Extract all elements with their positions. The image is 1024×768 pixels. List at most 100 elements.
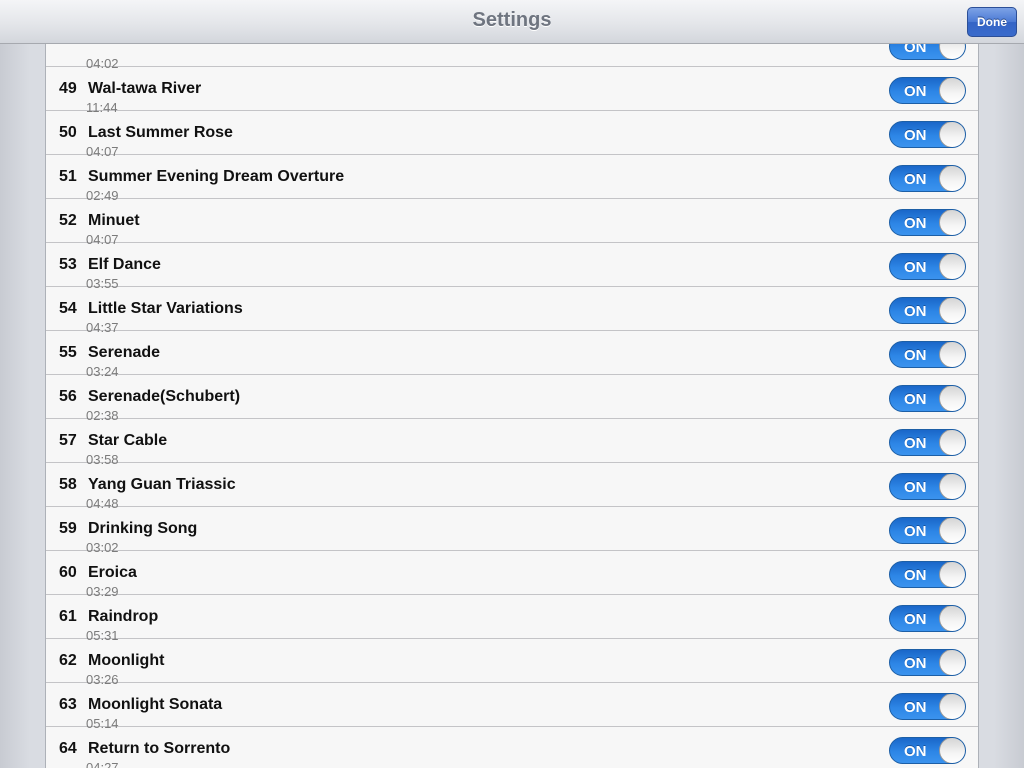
song-list-group: 48 04:02 ON 49 Wal-tawa River 11:44 ON 5… bbox=[45, 22, 979, 768]
list-item: 59 Drinking Song 03:02 ON bbox=[46, 507, 978, 555]
song-toggle-switch[interactable]: ON bbox=[889, 649, 966, 676]
song-title: Little Star Variations bbox=[88, 300, 243, 317]
song-number: 64 bbox=[59, 740, 77, 757]
song-number: 52 bbox=[59, 212, 77, 229]
toggle-knob bbox=[939, 166, 965, 191]
toggle-on-label: ON bbox=[904, 479, 927, 496]
toggle-on-label: ON bbox=[904, 127, 927, 144]
toggle-on-label: ON bbox=[904, 259, 927, 276]
song-title: Elf Dance bbox=[88, 256, 161, 273]
song-title: Minuet bbox=[88, 212, 140, 229]
list-item: 58 Yang Guan Triassic 04:48 ON bbox=[46, 463, 978, 511]
toggle-knob bbox=[939, 518, 965, 543]
song-number: 63 bbox=[59, 696, 77, 713]
song-title: Raindrop bbox=[88, 608, 159, 625]
song-number: 54 bbox=[59, 300, 77, 317]
toggle-knob bbox=[939, 298, 965, 323]
toggle-on-label: ON bbox=[904, 171, 927, 188]
toggle-on-label: ON bbox=[904, 699, 927, 716]
list-item: 54 Little Star Variations 04:37 ON bbox=[46, 287, 978, 335]
song-title: Summer Evening Dream Overture bbox=[88, 168, 345, 185]
song-toggle-switch[interactable]: ON bbox=[889, 693, 966, 720]
song-number: 57 bbox=[59, 432, 77, 449]
toggle-knob bbox=[939, 78, 965, 103]
toggle-on-label: ON bbox=[904, 567, 927, 584]
list-item: 49 Wal-tawa River 11:44 ON bbox=[46, 67, 978, 115]
song-toggle-switch[interactable]: ON bbox=[889, 165, 966, 192]
toggle-on-label: ON bbox=[904, 655, 927, 672]
song-toggle-switch[interactable]: ON bbox=[889, 473, 966, 500]
toggle-on-label: ON bbox=[904, 303, 927, 320]
toggle-knob bbox=[939, 122, 965, 147]
song-number: 49 bbox=[59, 80, 77, 97]
song-toggle-switch[interactable]: ON bbox=[889, 737, 966, 764]
list-item: 60 Eroica 03:29 ON bbox=[46, 551, 978, 599]
song-title: Yang Guan Triassic bbox=[88, 476, 236, 493]
song-number: 50 bbox=[59, 124, 77, 141]
song-title: Drinking Song bbox=[88, 520, 198, 537]
toggle-on-label: ON bbox=[904, 215, 927, 232]
list-item: 56 Serenade(Schubert) 02:38 ON bbox=[46, 375, 978, 423]
song-toggle-switch[interactable]: ON bbox=[889, 253, 966, 280]
song-number: 53 bbox=[59, 256, 77, 273]
song-title: Serenade bbox=[88, 344, 161, 361]
list-item: 55 Serenade 03:24 ON bbox=[46, 331, 978, 379]
song-toggle-switch[interactable]: ON bbox=[889, 429, 966, 456]
song-duration: 04:27 bbox=[86, 760, 119, 768]
toggle-knob bbox=[939, 386, 965, 411]
song-toggle-switch[interactable]: ON bbox=[889, 517, 966, 544]
list-item: 61 Raindrop 05:31 ON bbox=[46, 595, 978, 643]
toggle-knob bbox=[939, 430, 965, 455]
toggle-on-label: ON bbox=[904, 435, 927, 452]
toggle-on-label: ON bbox=[904, 347, 927, 364]
song-title: Eroica bbox=[88, 564, 137, 581]
song-title: Return to Sorrento bbox=[88, 740, 231, 757]
song-title: Last Summer Rose bbox=[88, 124, 233, 141]
song-title: Serenade(Schubert) bbox=[88, 388, 241, 405]
toggle-on-label: ON bbox=[904, 391, 927, 408]
toggle-knob bbox=[939, 254, 965, 279]
song-number: 56 bbox=[59, 388, 77, 405]
toggle-on-label: ON bbox=[904, 611, 927, 628]
song-toggle-switch[interactable]: ON bbox=[889, 121, 966, 148]
list-item: 51 Summer Evening Dream Overture 02:49 O… bbox=[46, 155, 978, 203]
list-item: 63 Moonlight Sonata 05:14 ON bbox=[46, 683, 978, 731]
song-toggle-switch[interactable]: ON bbox=[889, 341, 966, 368]
song-toggle-switch[interactable]: ON bbox=[889, 77, 966, 104]
song-toggle-switch[interactable]: ON bbox=[889, 385, 966, 412]
song-number: 60 bbox=[59, 564, 77, 581]
toggle-knob bbox=[939, 562, 965, 587]
toggle-on-label: ON bbox=[904, 743, 927, 760]
toggle-knob bbox=[939, 210, 965, 235]
toggle-knob bbox=[939, 342, 965, 367]
toggle-knob bbox=[939, 738, 965, 763]
toggle-on-label: ON bbox=[904, 523, 927, 540]
song-number: 62 bbox=[59, 652, 77, 669]
song-title: Moonlight bbox=[88, 652, 165, 669]
list-item: 52 Minuet 04:07 ON bbox=[46, 199, 978, 247]
list-item: 57 Star Cable 03:58 ON bbox=[46, 419, 978, 467]
song-list: 48 04:02 ON 49 Wal-tawa River 11:44 ON 5… bbox=[46, 23, 978, 768]
song-number: 58 bbox=[59, 476, 77, 493]
song-title: Star Cable bbox=[88, 432, 168, 449]
song-toggle-switch[interactable]: ON bbox=[889, 209, 966, 236]
song-title: Moonlight Sonata bbox=[88, 696, 223, 713]
list-item: 62 Moonlight 03:26 ON bbox=[46, 639, 978, 687]
song-number: 51 bbox=[59, 168, 77, 185]
list-item: 64 Return to Sorrento 04:27 ON bbox=[46, 727, 978, 768]
song-number: 55 bbox=[59, 344, 77, 361]
toggle-knob bbox=[939, 650, 965, 675]
toggle-on-label: ON bbox=[904, 83, 927, 100]
song-toggle-switch[interactable]: ON bbox=[889, 605, 966, 632]
song-toggle-switch[interactable]: ON bbox=[889, 561, 966, 588]
song-toggle-switch[interactable]: ON bbox=[889, 297, 966, 324]
list-item: 53 Elf Dance 03:55 ON bbox=[46, 243, 978, 291]
song-number: 61 bbox=[59, 608, 77, 625]
list-item: 50 Last Summer Rose 04:07 ON bbox=[46, 111, 978, 159]
done-button[interactable]: Done bbox=[967, 7, 1017, 37]
toggle-knob bbox=[939, 474, 965, 499]
page-title: Settings bbox=[472, 9, 552, 31]
navigation-bar: Settings Done bbox=[0, 0, 1024, 44]
song-title: Wal-tawa River bbox=[88, 80, 202, 97]
toggle-knob bbox=[939, 606, 965, 631]
